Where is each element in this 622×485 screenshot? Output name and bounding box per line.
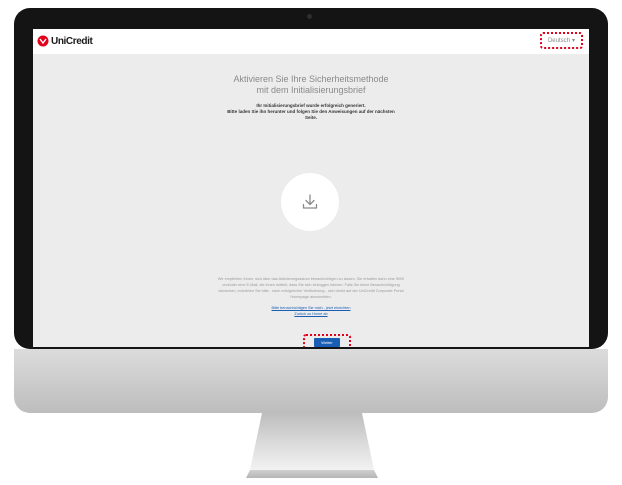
monitor-stand: [246, 413, 378, 478]
